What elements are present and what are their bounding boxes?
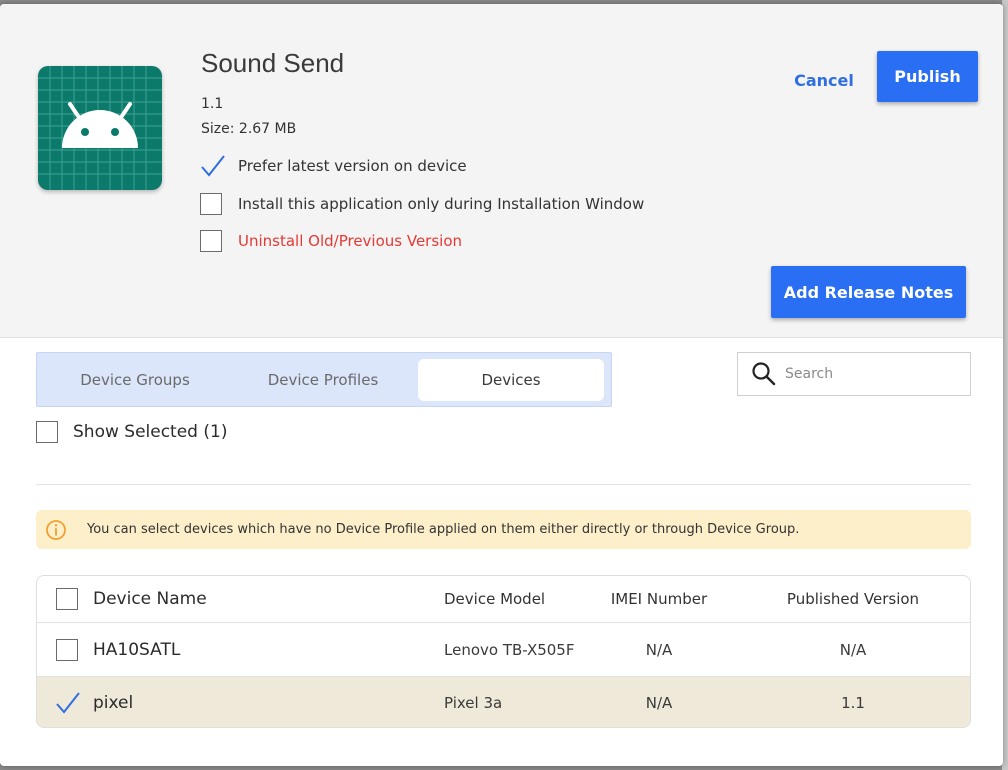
info-banner: You can select devices which have no Dev… [36,510,971,549]
prefer-latest-label: Prefer latest version on device [238,157,467,175]
info-text: You can select devices which have no Dev… [87,522,800,537]
device-published-version: 1.1 [841,694,865,712]
row-checkbox[interactable] [56,638,78,661]
check-icon[interactable] [55,691,81,715]
section-divider [36,484,971,485]
add-release-notes-button[interactable]: Add Release Notes [771,266,966,318]
show-selected-filter[interactable]: Show Selected (1) [36,420,227,444]
table-row[interactable]: HA10SATL Lenovo TB-X505F N/A N/A [37,623,970,677]
device-name: HA10SATL [93,639,181,660]
prefer-latest-option[interactable]: Prefer latest version on device [200,154,467,178]
column-header-imei[interactable]: IMEI Number [597,576,721,622]
publish-app-dialog: Sound Send 1.1 Size: 2.67 MB Prefer late… [0,4,1003,766]
row-select-cell [55,677,81,727]
installation-window-checkbox[interactable] [200,193,222,215]
table-header: Device Name Device Model IMEI Number Pub… [37,576,970,623]
column-header-published-version[interactable]: Published Version [777,576,929,622]
show-selected-label: Show Selected (1) [73,422,228,442]
publish-button[interactable]: Publish [877,51,978,102]
select-all-checkbox[interactable] [56,588,78,610]
uninstall-old-option[interactable]: Uninstall Old/Previous Version [200,229,462,253]
android-icon [38,66,162,190]
select-all-cell [56,576,78,622]
device-model: Lenovo TB-X505F [444,640,575,659]
search-input[interactable] [785,366,955,382]
device-model: Pixel 3a [444,694,503,712]
installation-window-label: Install this application only during Ins… [238,195,645,213]
device-published-version: N/A [839,640,867,659]
search-icon [752,362,776,386]
uninstall-old-checkbox[interactable] [200,230,222,252]
row-select-cell [56,623,78,676]
show-selected-checkbox[interactable] [36,421,58,443]
devices-table: Device Name Device Model IMEI Number Pub… [36,575,971,728]
column-header-device-model[interactable]: Device Model [444,576,545,622]
cancel-button[interactable]: Cancel [788,64,860,96]
tab-device-groups[interactable]: Device Groups [45,359,225,401]
device-name: pixel [93,693,134,713]
app-size: Size: 2.67 MB [201,121,297,137]
device-imei: N/A [645,640,673,659]
uninstall-old-label: Uninstall Old/Previous Version [238,232,463,250]
installation-window-option[interactable]: Install this application only during Ins… [200,192,644,216]
tab-devices[interactable]: Devices [418,359,604,401]
check-icon[interactable] [200,154,226,178]
search-box[interactable] [737,352,971,396]
target-tabs: Device Groups Device Profiles Devices [36,352,612,407]
dialog-header: Sound Send 1.1 Size: 2.67 MB Prefer late… [0,4,1003,338]
tab-device-profiles[interactable]: Device Profiles [229,359,417,401]
column-header-device-name[interactable]: Device Name [93,576,207,622]
info-icon [46,519,66,540]
app-name: Sound Send [201,48,345,78]
app-version: 1.1 [201,96,224,112]
device-imei: N/A [645,694,673,712]
table-row[interactable]: pixel Pixel 3a N/A 1.1 [37,677,970,727]
